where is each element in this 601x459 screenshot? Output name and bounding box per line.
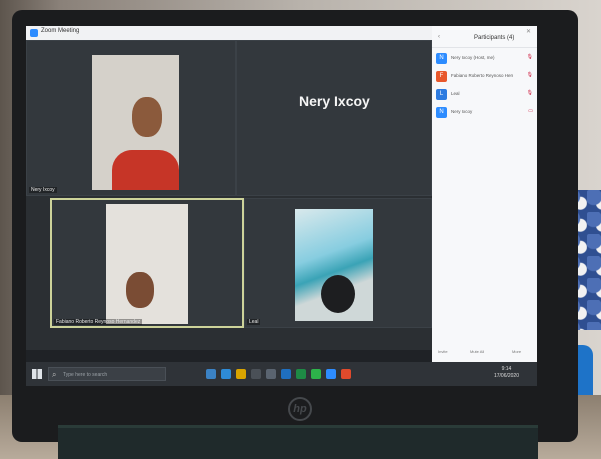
file-explorer-icon[interactable] xyxy=(236,369,246,379)
window-title: Zoom Meeting xyxy=(41,28,80,34)
windows-start-icon[interactable] xyxy=(32,369,42,379)
window-titlebar: Zoom Meeting xyxy=(26,26,432,40)
active-speaker-tile[interactable]: Fabiano Roberto Reynoso Hernandez xyxy=(50,198,244,328)
participant-head xyxy=(132,97,162,137)
participant-row[interactable]: N Nery Ixcoy (Host, me) 🎙 xyxy=(436,52,533,66)
mic-icon: 🎙 xyxy=(526,54,533,60)
participant-row[interactable]: F Fabiano Roberto Reynoso Hernandez 🎙 xyxy=(436,70,533,84)
participant-video xyxy=(106,204,188,324)
panel-footer: Invite Mute All More xyxy=(432,346,537,358)
participant-head xyxy=(321,275,355,313)
avatar: L xyxy=(436,89,447,100)
zoom-icon xyxy=(30,29,38,37)
participant-name: Nery Ixcoy xyxy=(451,109,473,114)
chevron-left-icon[interactable]: ‹ xyxy=(438,34,440,40)
video-grid: Nery Ixcoy Nery Ixcoy Fabiano Roberto Re… xyxy=(26,40,432,350)
tile-name-label: Fabiano Roberto Reynoso Hernandez xyxy=(54,319,143,325)
taskbar-search-input[interactable]: ⌕ Type here to search xyxy=(48,367,166,381)
video-icon: ▭ xyxy=(528,108,533,114)
participant-name: Fabiano Roberto Reynoso Hernandez xyxy=(451,73,513,78)
tile-name-placeholder: Nery Ixcoy xyxy=(299,93,370,109)
invite-button[interactable]: Invite xyxy=(438,349,448,354)
participant-shirt xyxy=(112,150,179,190)
mute-all-button[interactable]: Mute All xyxy=(470,349,484,354)
app-icon[interactable] xyxy=(341,369,351,379)
zoom-taskbar-icon[interactable] xyxy=(326,369,336,379)
participant-name: Nery Ixcoy (Host, me) xyxy=(451,55,495,60)
search-placeholder: Type here to search xyxy=(63,372,108,378)
avatar: N xyxy=(436,53,447,64)
participant-video xyxy=(295,209,373,321)
edge-icon[interactable] xyxy=(221,369,231,379)
clock-time: 9:14 xyxy=(501,366,512,372)
participant-row[interactable]: N Nery Ixcoy ▭ xyxy=(436,106,533,120)
mic-icon: 🎙 xyxy=(526,72,533,78)
hp-logo: hp xyxy=(288,397,312,421)
taskbar-clock[interactable]: 9:14 17/06/2020 xyxy=(494,366,519,380)
more-button[interactable]: More xyxy=(512,349,521,354)
excel-icon[interactable] xyxy=(296,369,306,379)
video-tile[interactable]: Nery Ixcoy xyxy=(236,40,432,196)
search-icon: ⌕ xyxy=(52,370,57,379)
laptop-screen: Zoom Meeting Nery Ixcoy Nery Ixcoy Fabia… xyxy=(26,26,537,386)
store-icon[interactable] xyxy=(251,369,261,379)
mic-icon: 🎙 xyxy=(526,90,533,96)
avatar: N xyxy=(436,107,447,118)
laptop-keyboard-deck xyxy=(58,425,538,459)
tile-name-label: Nery Ixcoy xyxy=(29,187,57,193)
participant-row[interactable]: L Leal 🎙 xyxy=(436,88,533,102)
windows-taskbar: ⌕ Type here to search 9:14 17/06/2020 xyxy=(26,362,537,386)
clock-date: 17/06/2020 xyxy=(493,373,519,379)
participant-name: Leal xyxy=(451,91,460,96)
participants-panel: ‹ Participants (4) ✕ N Nery Ixcoy (Host,… xyxy=(432,26,537,362)
video-tile[interactable]: Nery Ixcoy xyxy=(26,40,236,196)
task-view-icon[interactable] xyxy=(206,369,216,379)
tile-name-label: Leal xyxy=(247,319,261,325)
panel-header: ‹ Participants (4) ✕ xyxy=(432,26,537,48)
word-icon[interactable] xyxy=(281,369,291,379)
participant-video xyxy=(92,55,179,190)
avatar: F xyxy=(436,71,447,82)
close-icon[interactable]: ✕ xyxy=(526,28,531,35)
panel-title: Participants (4) xyxy=(474,35,515,41)
video-tile[interactable]: Leal xyxy=(244,198,432,328)
mail-icon[interactable] xyxy=(266,369,276,379)
participant-head xyxy=(126,272,154,308)
app-icon[interactable] xyxy=(311,369,321,379)
meeting-controls-bar xyxy=(26,350,432,362)
